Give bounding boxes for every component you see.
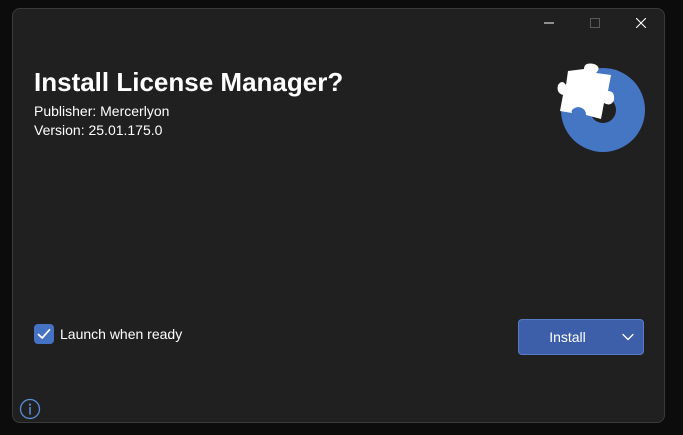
install-label: Install xyxy=(549,329,586,345)
install-dropdown-button[interactable] xyxy=(613,320,643,354)
info-button[interactable] xyxy=(19,398,41,420)
version-text: Version: 25.01.175.0 xyxy=(34,122,163,138)
minimize-button[interactable] xyxy=(526,9,572,37)
publisher-text: Publisher: Mercerlyon xyxy=(34,103,170,119)
maximize-icon xyxy=(590,18,600,28)
launch-when-ready-checkbox[interactable]: Launch when ready xyxy=(34,324,182,344)
close-icon xyxy=(636,18,646,28)
installer-window: Install License Manager? Publisher: Merc… xyxy=(12,8,665,423)
checkmark-icon xyxy=(37,328,51,339)
install-button[interactable]: Install xyxy=(519,320,613,354)
info-icon xyxy=(19,398,41,420)
launch-when-ready-label: Launch when ready xyxy=(60,326,183,342)
install-split-button: Install xyxy=(518,319,644,355)
maximize-button xyxy=(572,9,618,37)
title-bar xyxy=(526,9,664,37)
chevron-down-icon xyxy=(622,333,634,341)
minimize-icon xyxy=(544,22,554,24)
close-button[interactable] xyxy=(618,9,664,37)
puzzle-piece-disc-icon xyxy=(557,63,645,152)
page-title: Install License Manager? xyxy=(34,67,344,97)
checkbox-box[interactable] xyxy=(34,324,54,344)
